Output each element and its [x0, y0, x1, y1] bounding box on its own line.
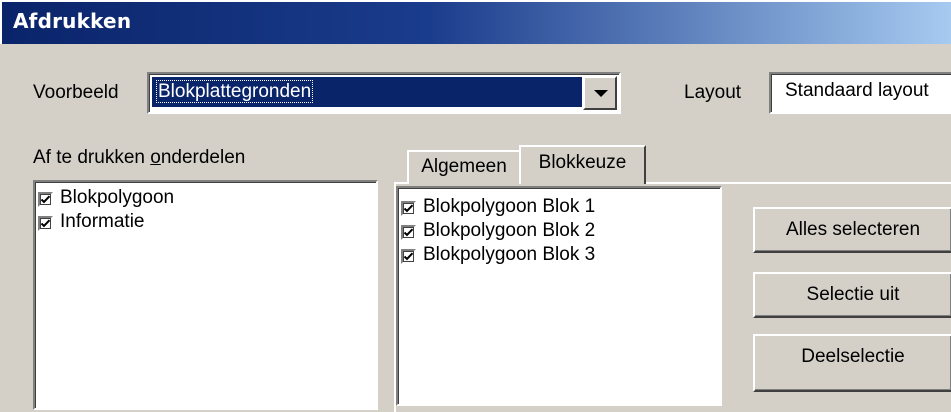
tab-algemeen[interactable]: Algemeen — [407, 150, 521, 184]
dropdown-button[interactable] — [583, 76, 617, 110]
preview-label: Voorbeeld — [33, 82, 119, 103]
active-tab-connector — [521, 182, 643, 184]
parts-listbox[interactable]: Blokpolygoon Informatie — [33, 180, 378, 410]
parts-label-suffix: nderdelen — [160, 147, 246, 168]
deselect-button[interactable]: Selectie uit — [753, 272, 951, 318]
checkmark-icon — [40, 219, 51, 228]
checkmark-icon — [403, 228, 414, 237]
checkmark-icon — [40, 195, 51, 204]
checkbox[interactable] — [401, 249, 416, 264]
list-item-label: Informatie — [60, 211, 145, 232]
chevron-down-icon — [594, 90, 608, 97]
button-label: Deelselectie — [801, 346, 905, 367]
checkmark-icon — [403, 252, 414, 261]
layout-combobox[interactable]: Standaard layout — [769, 72, 951, 114]
button-label: Selectie uit — [806, 284, 900, 305]
preview-combobox[interactable]: Blokplattegronden — [147, 72, 621, 114]
tab-label: Algemeen — [421, 156, 507, 177]
checkbox[interactable] — [38, 216, 53, 231]
preview-combobox-value[interactable]: Blokplattegronden — [152, 77, 582, 107]
layout-label: Layout — [684, 82, 742, 103]
parts-label-prefix: Af te drukken — [33, 147, 151, 168]
select-all-button[interactable]: Alles selecteren — [753, 207, 951, 253]
tab-blokkeuze[interactable]: Blokkeuze — [519, 145, 646, 184]
list-item-label: Blokpolygoon Blok 1 — [423, 196, 596, 217]
parts-label: Af te drukken onderdelen — [33, 147, 245, 169]
window-title: Afdrukken — [13, 9, 132, 33]
checkbox[interactable] — [401, 201, 416, 216]
parts-label-accelerator: o — [150, 147, 161, 168]
layout-combobox-value: Standaard layout — [785, 80, 929, 101]
list-item-label: Blokpolygoon Blok 2 — [423, 220, 596, 241]
blocks-listbox[interactable]: Blokpolygoon Blok 1 Blokpolygoon Blok 2 … — [396, 186, 722, 406]
button-label: Alles selecteren — [785, 219, 921, 240]
checkbox[interactable] — [38, 192, 53, 207]
tab-label: Blokkeuze — [538, 152, 627, 173]
partial-selection-button[interactable]: Deelselectie — [753, 334, 951, 392]
checkbox[interactable] — [401, 225, 416, 240]
list-item-label: Blokpolygoon — [60, 187, 175, 208]
list-item-label: Blokpolygoon Blok 3 — [423, 244, 596, 265]
title-bar[interactable]: Afdrukken — [0, 0, 951, 44]
checkmark-icon — [403, 204, 414, 213]
